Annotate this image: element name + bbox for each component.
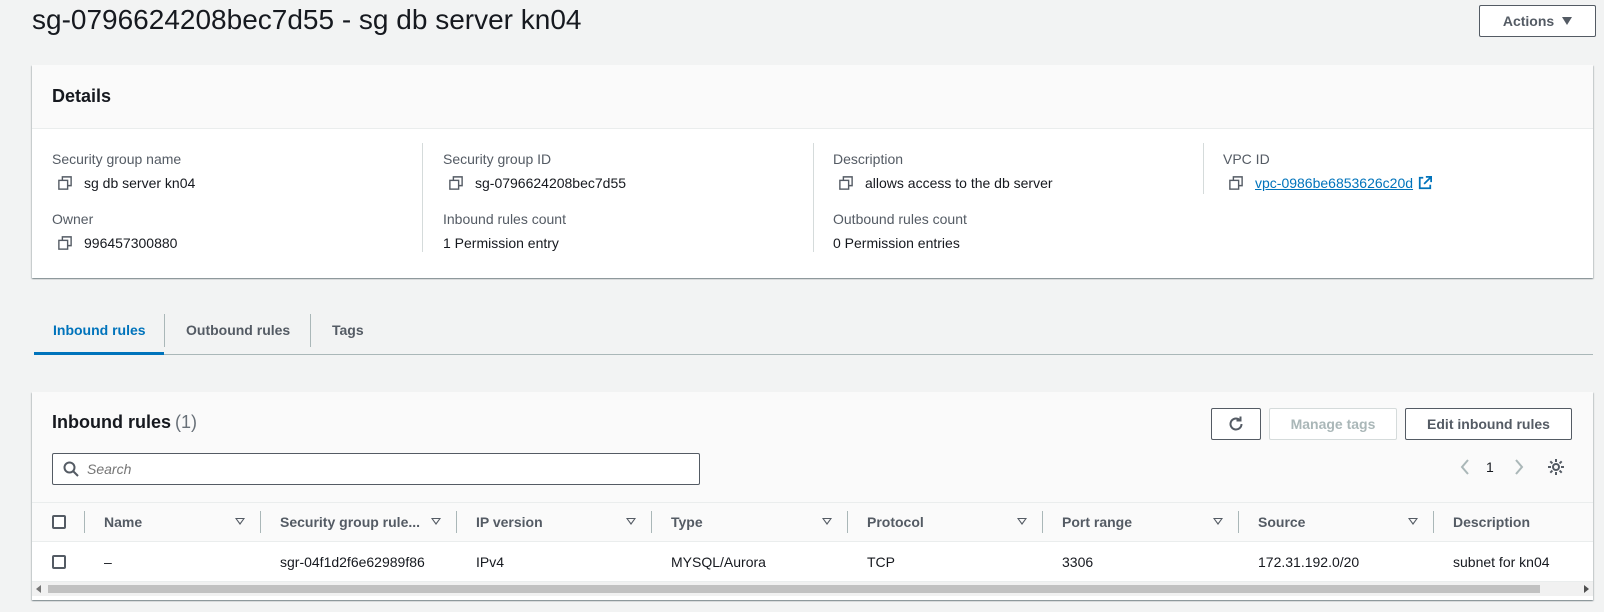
cell-protocol: TCP: [867, 554, 895, 570]
column-divider: [651, 511, 652, 533]
field-value: 0 Permission entries: [833, 235, 960, 251]
inbound-rules-heading: Inbound rules: [52, 412, 171, 432]
column-divider: [1238, 511, 1239, 533]
cell-name: –: [104, 554, 112, 570]
details-header: Details: [32, 65, 1593, 129]
sort-icon[interactable]: [235, 518, 245, 525]
manage-tags-button[interactable]: Manage tags: [1269, 408, 1397, 440]
column-header-port-range[interactable]: Port range: [1062, 503, 1132, 541]
column-divider: [1042, 511, 1043, 533]
cell-source: 172.31.192.0/20: [1258, 554, 1360, 570]
inbound-rules-panel: Inbound rules (1) Manage tags Edit inboun…: [32, 392, 1593, 600]
page-number[interactable]: 1: [1486, 459, 1494, 475]
field-value: 1 Permission entry: [443, 235, 559, 251]
column-divider: [813, 143, 814, 252]
column-header-name[interactable]: Name: [104, 503, 142, 541]
field-label: Outbound rules count: [833, 211, 967, 227]
field-value: allows access to the db server: [865, 175, 1053, 191]
cell-type: MYSQL/Aurora: [671, 554, 766, 570]
cell-description: subnet for kn04: [1453, 554, 1550, 570]
copy-icon[interactable]: [1229, 176, 1243, 190]
cell-rule-id: sgr-04f1d2f6e62989f86: [280, 554, 425, 570]
caret-down-icon: [1562, 17, 1573, 25]
field-label: Description: [833, 151, 904, 167]
column-divider: [456, 511, 457, 533]
search-icon: [63, 461, 79, 477]
sort-icon[interactable]: [626, 518, 636, 525]
column-divider: [1433, 511, 1434, 533]
field-vpc-id: VPC ID vpc-0986be6853626c20d: [1223, 151, 1433, 191]
field-outbound-count: Outbound rules count 0 Permission entrie…: [833, 211, 967, 251]
sort-icon[interactable]: [1017, 518, 1027, 525]
column-divider: [422, 143, 423, 252]
inbound-rules-title: Inbound rules (1): [52, 412, 197, 433]
sort-icon[interactable]: [1213, 518, 1223, 525]
field-sg-id: Security group ID sg-0796624208bec7d55: [443, 151, 626, 191]
tab-divider: [310, 314, 311, 347]
field-inbound-count: Inbound rules count 1 Permission entry: [443, 211, 566, 251]
select-all-checkbox[interactable]: [52, 515, 66, 529]
column-divider: [1203, 143, 1204, 194]
row-checkbox[interactable]: [52, 555, 66, 569]
field-value: 996457300880: [84, 235, 178, 251]
sort-icon[interactable]: [1408, 518, 1418, 525]
search-input[interactable]: [87, 461, 667, 477]
field-value: sg db server kn04: [84, 175, 196, 191]
tab-inbound-rules[interactable]: Inbound rules: [53, 305, 146, 355]
tab-tags[interactable]: Tags: [332, 305, 364, 355]
actions-button[interactable]: Actions: [1479, 5, 1596, 37]
field-value: sg-0796624208bec7d55: [475, 175, 627, 191]
table-row[interactable]: – sgr-04f1d2f6e62989f86 IPv4 MYSQL/Auror…: [32, 542, 1593, 582]
column-divider: [847, 511, 848, 533]
field-label: Security group ID: [443, 151, 552, 167]
copy-icon[interactable]: [449, 176, 463, 190]
cell-port-range: 3306: [1062, 554, 1094, 570]
search-field[interactable]: [52, 453, 700, 485]
column-header-source[interactable]: Source: [1258, 503, 1305, 541]
column-header-rule-id[interactable]: Security group rule...: [280, 503, 420, 541]
page-title: sg-0796624208bec7d55 - sg db server kn04: [32, 4, 582, 35]
field-label: Inbound rules count: [443, 211, 566, 227]
field-label: VPC ID: [1223, 151, 1270, 167]
column-header-type[interactable]: Type: [671, 503, 703, 541]
table-header: Name Security group rule... IP version T…: [32, 502, 1593, 542]
gear-icon[interactable]: [1547, 458, 1565, 476]
refresh-button[interactable]: [1211, 408, 1261, 440]
tabs: Inbound rules Outbound rules Tags: [34, 305, 1593, 355]
scroll-right-icon[interactable]: [1584, 585, 1589, 593]
refresh-icon: [1229, 416, 1243, 431]
field-sg-name: Security group name sg db server kn04: [52, 151, 195, 191]
tab-divider: [164, 314, 165, 347]
copy-icon[interactable]: [839, 176, 853, 190]
cell-ip-version: IPv4: [476, 554, 505, 570]
scrollbar-thumb[interactable]: [48, 585, 1540, 593]
vpc-link[interactable]: vpc-0986be6853626c20d: [1255, 175, 1413, 191]
chevron-left-icon[interactable]: [1459, 458, 1471, 476]
column-header-ip-version[interactable]: IP version: [476, 503, 543, 541]
column-divider: [260, 511, 261, 533]
inbound-rules-count: (1): [175, 412, 197, 432]
edit-inbound-rules-button[interactable]: Edit inbound rules: [1405, 408, 1572, 440]
details-panel: Details Security group name sg db server…: [32, 65, 1593, 278]
sort-icon[interactable]: [431, 518, 441, 525]
field-label: Security group name: [52, 151, 182, 167]
copy-icon[interactable]: [58, 176, 72, 190]
column-divider: [84, 511, 85, 533]
field-label: Owner: [52, 211, 94, 227]
horizontal-scrollbar[interactable]: [32, 582, 1593, 596]
field-owner: Owner 996457300880: [52, 211, 177, 251]
column-header-description[interactable]: Description: [1453, 503, 1530, 541]
copy-icon[interactable]: [58, 236, 72, 250]
scroll-left-icon[interactable]: [36, 585, 41, 593]
active-tab-indicator: [34, 352, 164, 355]
field-description: Description allows access to the db serv…: [833, 151, 1053, 191]
sort-icon[interactable]: [822, 518, 832, 525]
external-link-icon[interactable]: [1418, 176, 1433, 190]
tab-outbound-rules[interactable]: Outbound rules: [186, 305, 290, 355]
details-title: Details: [52, 86, 112, 106]
actions-label: Actions: [1502, 13, 1555, 29]
column-header-protocol[interactable]: Protocol: [867, 503, 924, 541]
chevron-right-icon[interactable]: [1513, 458, 1525, 476]
